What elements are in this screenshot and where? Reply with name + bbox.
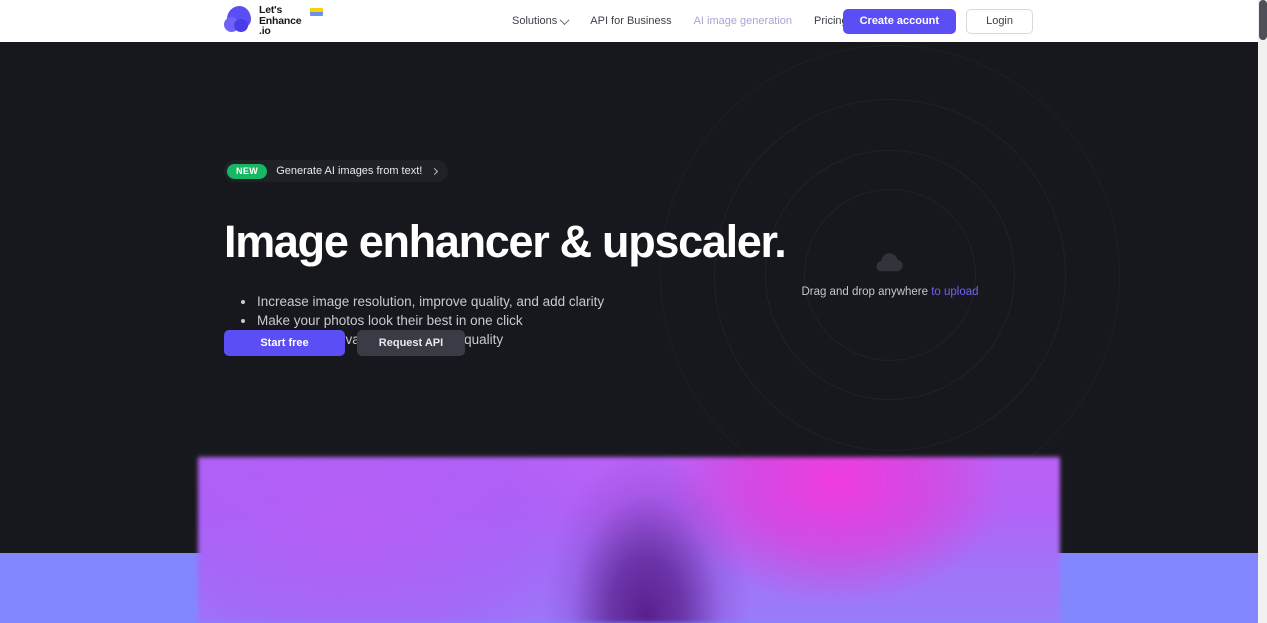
nav-item-solutions[interactable]: Solutions [512, 14, 570, 27]
site-header: Let's Enhance .io Solutions API for Busi… [0, 0, 1258, 42]
nav-label-solutions: Solutions [512, 15, 558, 27]
new-feature-badge[interactable]: NEW Generate AI images from text! [224, 160, 449, 182]
cloud-upload-icon [876, 253, 903, 272]
nav-item-ai-image-generation[interactable]: AI image generation [694, 15, 792, 27]
dropzone-upload-link[interactable]: to upload [931, 286, 978, 298]
page-title: Image enhancer & upscaler. [224, 216, 787, 267]
create-account-button[interactable]: Create account [842, 8, 957, 34]
showcase-gradient-image [198, 457, 1060, 623]
login-button[interactable]: Login [966, 8, 1033, 34]
main-navigation: Solutions API for Business AI image gene… [512, 0, 892, 42]
ukraine-flag-icon [310, 8, 324, 16]
badge-new-tag: NEW [227, 163, 268, 179]
upload-dropzone[interactable]: Drag and drop anywhere to upload [725, 252, 1055, 298]
vertical-scrollbar[interactable] [1258, 0, 1267, 623]
site-logo[interactable]: Let's Enhance .io [224, 4, 324, 37]
hero-section: NEW Generate AI images from text! Image … [0, 42, 1258, 457]
chevron-down-icon [559, 14, 570, 25]
badge-text: Generate AI images from text! [276, 165, 423, 177]
nav-item-api-for-business[interactable]: API for Business [590, 15, 671, 27]
list-item: Increase image resolution, improve quali… [241, 292, 604, 311]
hero-content: NEW Generate AI images from text! Image … [224, 42, 1024, 457]
start-free-button[interactable]: Start free [224, 330, 345, 356]
logo-line-1: Let's [259, 4, 283, 16]
chevron-right-icon [431, 167, 439, 175]
page-viewport: Let's Enhance .io Solutions API for Busi… [0, 0, 1258, 623]
logo-wordmark: Let's Enhance .io [259, 4, 302, 37]
logo-line-3: .io [259, 25, 271, 37]
dropzone-label: Drag and drop anywhere [801, 286, 929, 298]
lets-enhance-logo-icon [224, 6, 254, 36]
hero-cta-group: Start free Request API [224, 330, 465, 356]
request-api-button[interactable]: Request API [357, 330, 465, 356]
scrollbar-thumb[interactable] [1259, 0, 1267, 40]
dropzone-text: Drag and drop anywhere to upload [801, 286, 978, 298]
list-item: Make your photos look their best in one … [241, 311, 604, 330]
header-actions: Create account Login [842, 0, 1033, 42]
